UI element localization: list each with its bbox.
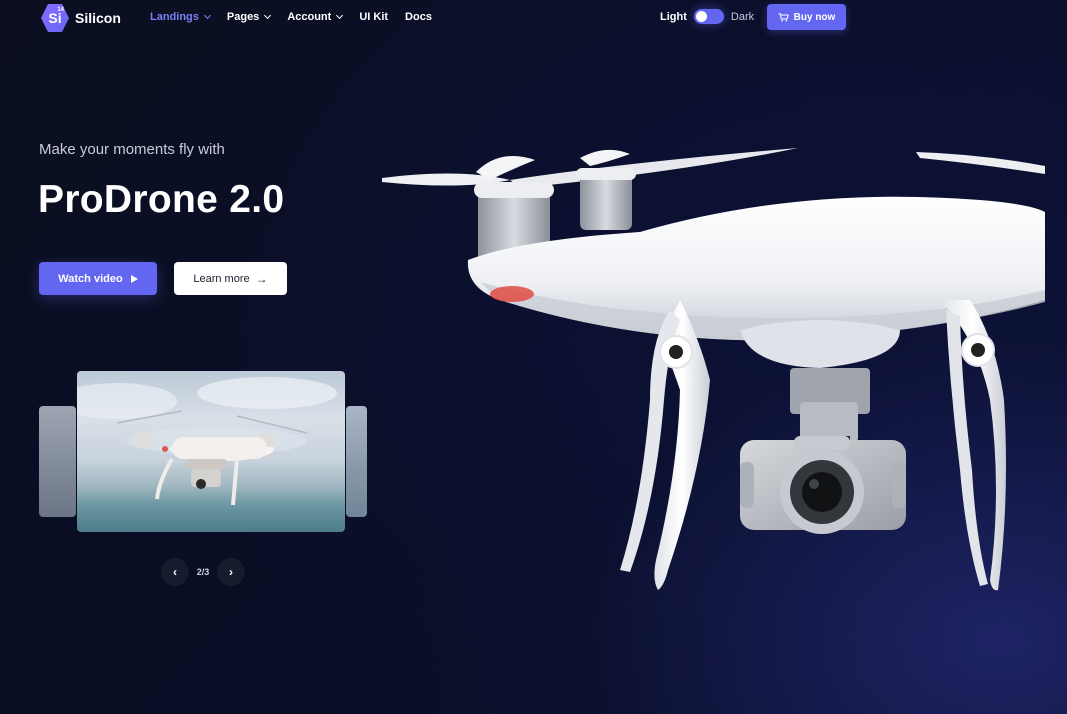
- slider-next-button[interactable]: ›: [217, 558, 245, 586]
- drone-hero-image: [382, 148, 1045, 591]
- buy-now-button[interactable]: Buy now: [767, 4, 846, 30]
- main-nav: Landings Pages Account UI Kit Docs: [150, 11, 449, 23]
- slide-counter: 2/3: [196, 567, 210, 577]
- slider-controls: ‹ 2/3 ›: [161, 558, 245, 586]
- theme-dark-label: Dark: [730, 10, 755, 23]
- nav-item-account[interactable]: Account: [287, 11, 344, 23]
- chevron-down-icon: [203, 11, 211, 19]
- drone-photo-image: [77, 377, 337, 506]
- learn-more-button[interactable]: Learn more →: [174, 262, 287, 295]
- arrow-right-icon: →: [255, 271, 268, 286]
- nav-item-landings[interactable]: Landings: [150, 11, 211, 23]
- nav-item-ui-kit[interactable]: UI Kit: [359, 11, 388, 23]
- logo[interactable]: Si 14 Silicon: [41, 4, 121, 32]
- brand-name: Silicon: [75, 10, 121, 26]
- logo-mark-icon: Si 14: [41, 4, 69, 32]
- nav-item-pages[interactable]: Pages: [227, 11, 272, 23]
- nav-item-docs[interactable]: Docs: [405, 11, 432, 23]
- slide-next-preview[interactable]: [346, 406, 367, 517]
- slide-current-image: [77, 371, 345, 532]
- chevron-right-icon: ›: [229, 565, 233, 579]
- hero-subtitle: Make your moments fly with: [39, 141, 225, 158]
- hero-title: ProDrone 2.0: [38, 178, 285, 221]
- theme-light-label: Light: [660, 10, 687, 23]
- slider-prev-button[interactable]: ‹: [161, 558, 189, 586]
- chevron-down-icon: [264, 11, 272, 19]
- header: Si 14 Silicon Landings Pages Account UI …: [0, 0, 1067, 34]
- chevron-left-icon: ‹: [173, 565, 177, 579]
- theme-toggle[interactable]: [693, 9, 724, 24]
- chevron-down-icon: [336, 11, 344, 19]
- play-icon: [130, 274, 138, 283]
- slide-previous-preview[interactable]: [39, 406, 76, 517]
- watch-video-button[interactable]: Watch video: [39, 262, 157, 295]
- cart-icon: [778, 12, 789, 22]
- theme-switcher: Light Dark: [660, 9, 754, 24]
